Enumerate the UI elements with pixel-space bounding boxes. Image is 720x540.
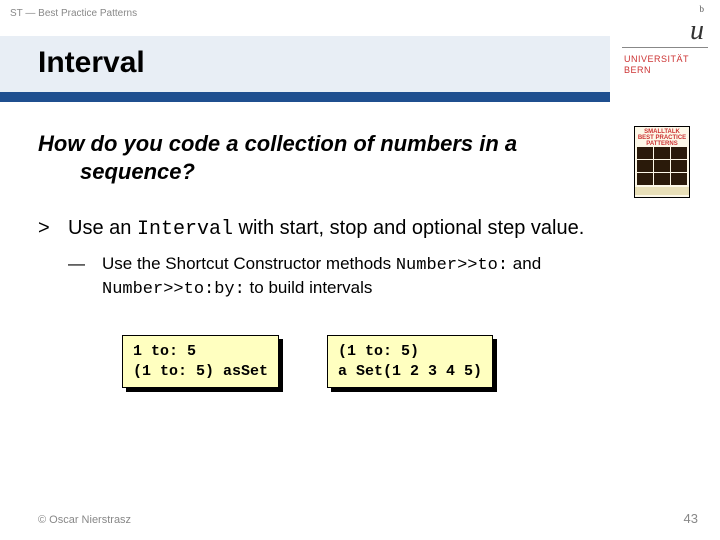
slide-content: How do you code a collection of numbers … (38, 130, 682, 388)
sub-bullet-marker: — (68, 253, 102, 301)
code-content-left: 1 to: 5 (1 to: 5) asSet (122, 335, 279, 388)
code-box-right: (1 to: 5) a Set(1 2 3 4 5) (327, 335, 493, 388)
copyright: © Oscar Nierstrasz (38, 514, 131, 526)
bullet-marker: > (38, 215, 68, 243)
logo-text: UNIVERSITÄTBERN (610, 54, 720, 76)
code-examples: 1 to: 5 (1 to: 5) asSet (1 to: 5) a Set(… (38, 335, 682, 388)
code-content-right: (1 to: 5) a Set(1 2 3 4 5) (327, 335, 493, 388)
sub-bullet: — Use the Shortcut Constructor methods N… (38, 253, 682, 301)
bullet-text: Use an Interval with start, stop and opt… (68, 215, 682, 243)
inline-code: Number>>to:by: (102, 280, 245, 299)
question-heading: How do you code a collection of numbers … (38, 130, 682, 185)
logo-main-letter: u (610, 23, 720, 40)
page-number: 43 (684, 511, 698, 526)
inline-code: Number>>to: (396, 256, 508, 275)
inline-code: Interval (137, 218, 233, 241)
code-box-left: 1 to: 5 (1 to: 5) asSet (122, 335, 279, 388)
logo-divider (622, 47, 708, 48)
sub-bullet-text: Use the Shortcut Constructor methods Num… (102, 253, 682, 301)
bullet-main: > Use an Interval with start, stop and o… (38, 215, 682, 243)
university-logo: b u UNIVERSITÄTBERN (610, 0, 720, 102)
